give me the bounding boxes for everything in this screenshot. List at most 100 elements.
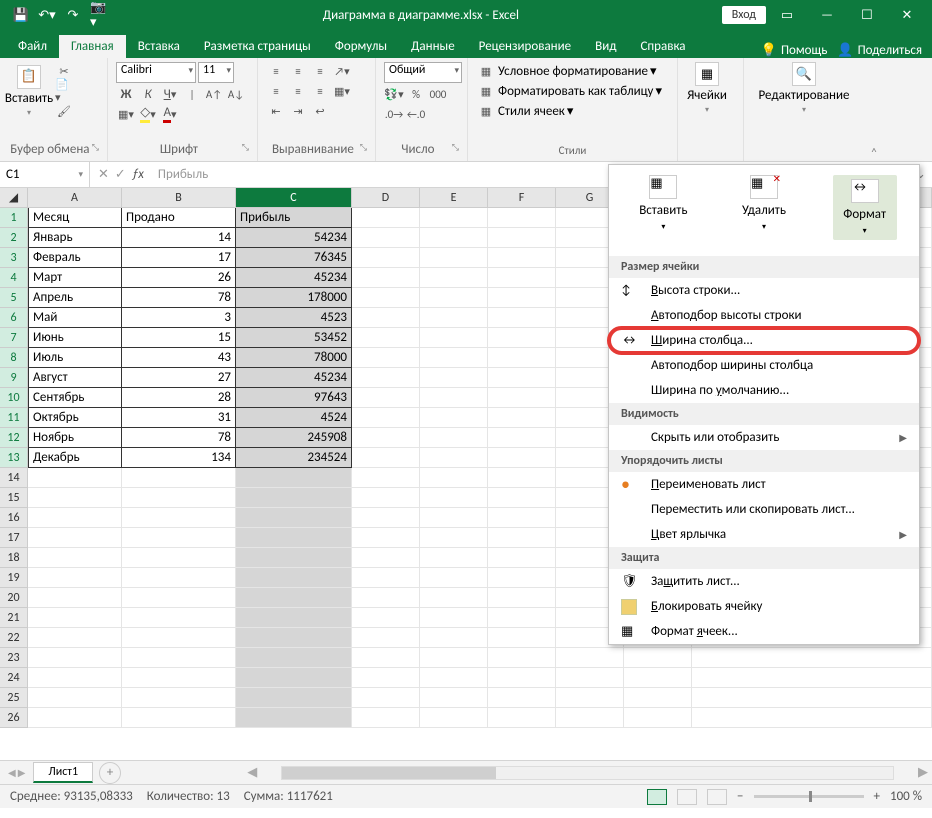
cell-A8[interactable]: Июль — [28, 348, 122, 368]
cell-B6[interactable]: 3 — [122, 308, 236, 328]
cell-E26[interactable] — [420, 708, 488, 728]
cell-F15[interactable] — [488, 488, 556, 508]
move-copy-sheet-item[interactable]: Переместить или скопировать лист... — [609, 497, 919, 522]
cell-B15[interactable] — [122, 488, 236, 508]
cell-B11[interactable]: 31 — [122, 408, 236, 428]
cell-E5[interactable] — [420, 288, 488, 308]
cell-F10[interactable] — [488, 388, 556, 408]
cell-A26[interactable] — [28, 708, 122, 728]
tab-help[interactable]: Справка — [628, 35, 697, 58]
row-header-2[interactable]: 2 — [0, 228, 28, 248]
cell-C6[interactable]: 4523 — [236, 308, 352, 328]
save-icon[interactable]: 💾 — [12, 6, 30, 24]
cell-A1[interactable]: Месяц — [28, 208, 122, 228]
confirm-formula-icon[interactable]: ✓ — [115, 167, 126, 182]
cell-B13[interactable]: 134 — [122, 448, 236, 468]
dialog-launcher-icon[interactable]: ⤡ — [452, 142, 459, 153]
increase-decimal-icon[interactable]: .0→ — [384, 105, 404, 123]
align-left-icon[interactable]: ≡ — [266, 82, 286, 100]
cell-E18[interactable] — [420, 548, 488, 568]
cell-C21[interactable] — [236, 608, 352, 628]
cell-F9[interactable] — [488, 368, 556, 388]
tell-me[interactable]: 💡Помощь — [761, 43, 828, 58]
cell-A7[interactable]: Июнь — [28, 328, 122, 348]
cell-E17[interactable] — [420, 528, 488, 548]
row-header-20[interactable]: 20 — [0, 588, 28, 608]
cell-B14[interactable] — [122, 468, 236, 488]
cell-G26[interactable] — [556, 708, 624, 728]
cell-F17[interactable] — [488, 528, 556, 548]
cell-E2[interactable] — [420, 228, 488, 248]
cell-B24[interactable] — [122, 668, 236, 688]
increase-indent-icon[interactable]: ⇥ — [288, 102, 308, 120]
cell-E25[interactable] — [420, 688, 488, 708]
cell-C14[interactable] — [236, 468, 352, 488]
redo-icon[interactable]: ↷ — [64, 6, 82, 24]
row-header-10[interactable]: 10 — [0, 388, 28, 408]
cell-D17[interactable] — [352, 528, 420, 548]
cell-A11[interactable]: Октябрь — [28, 408, 122, 428]
cell-E13[interactable] — [420, 448, 488, 468]
tab-view[interactable]: Вид — [583, 35, 628, 58]
cell-A16[interactable] — [28, 508, 122, 528]
cell-B3[interactable]: 17 — [122, 248, 236, 268]
cell-A24[interactable] — [28, 668, 122, 688]
fx-icon[interactable]: ƒx — [132, 167, 144, 182]
cell-D4[interactable] — [352, 268, 420, 288]
row-header-13[interactable]: 13 — [0, 448, 28, 468]
select-all-cell[interactable]: ◢ — [0, 188, 28, 208]
wrap-text-icon[interactable]: ↩ — [310, 102, 330, 120]
cell-blank[interactable] — [692, 668, 932, 688]
cell-D15[interactable] — [352, 488, 420, 508]
cell-E3[interactable] — [420, 248, 488, 268]
cell-F3[interactable] — [488, 248, 556, 268]
autofit-row-item[interactable]: Автоподбор высоты строки — [609, 303, 919, 328]
chevron-down-icon[interactable]: ▾ — [78, 169, 83, 180]
cell-A23[interactable] — [28, 648, 122, 668]
cell-D11[interactable] — [352, 408, 420, 428]
add-sheet-button[interactable]: + — [99, 762, 121, 784]
camera-icon[interactable]: 📷▾ — [90, 6, 108, 24]
cell-A15[interactable] — [28, 488, 122, 508]
borders-icon[interactable]: ▦▾ — [116, 105, 136, 123]
ribbon-options-icon[interactable]: ▭ — [768, 0, 806, 30]
cell-E24[interactable] — [420, 668, 488, 688]
cell-E22[interactable] — [420, 628, 488, 648]
cell-C11[interactable]: 4524 — [236, 408, 352, 428]
cell-E23[interactable] — [420, 648, 488, 668]
cell-B1[interactable]: Продано — [122, 208, 236, 228]
cell-B20[interactable] — [122, 588, 236, 608]
column-header-B[interactable]: B — [122, 188, 236, 208]
cell-A12[interactable]: Ноябрь — [28, 428, 122, 448]
row-header-23[interactable]: 23 — [0, 648, 28, 668]
italic-icon[interactable]: К — [138, 85, 158, 103]
percent-icon[interactable]: % — [406, 85, 426, 103]
row-header-18[interactable]: 18 — [0, 548, 28, 568]
cell-A10[interactable]: Сентябрь — [28, 388, 122, 408]
align-middle-icon[interactable]: ≡ — [288, 62, 308, 80]
rename-sheet-item[interactable]: •Переименовать лист — [609, 472, 919, 497]
cell-F16[interactable] — [488, 508, 556, 528]
cell-E6[interactable] — [420, 308, 488, 328]
cell-A17[interactable] — [28, 528, 122, 548]
column-header-D[interactable]: D — [352, 188, 420, 208]
column-header-E[interactable]: E — [420, 188, 488, 208]
cell-C26[interactable] — [236, 708, 352, 728]
column-width-item[interactable]: ↔Ширина столбца... — [609, 328, 919, 353]
cell-B18[interactable] — [122, 548, 236, 568]
cell-B9[interactable]: 27 — [122, 368, 236, 388]
row-header-7[interactable]: 7 — [0, 328, 28, 348]
cell-E20[interactable] — [420, 588, 488, 608]
cell-C25[interactable] — [236, 688, 352, 708]
cell-C4[interactable]: 45234 — [236, 268, 352, 288]
zoom-out-icon[interactable]: − — [737, 789, 743, 804]
cell-B26[interactable] — [122, 708, 236, 728]
scroll-left-icon[interactable]: ◀ — [243, 765, 261, 780]
cell-A2[interactable]: Январь — [28, 228, 122, 248]
cell-E11[interactable] — [420, 408, 488, 428]
cell-D5[interactable] — [352, 288, 420, 308]
row-header-12[interactable]: 12 — [0, 428, 28, 448]
cell-E10[interactable] — [420, 388, 488, 408]
format-cells-item[interactable]: ▦Формат ячеек... — [609, 619, 919, 644]
cell-A13[interactable]: Декабрь — [28, 448, 122, 468]
